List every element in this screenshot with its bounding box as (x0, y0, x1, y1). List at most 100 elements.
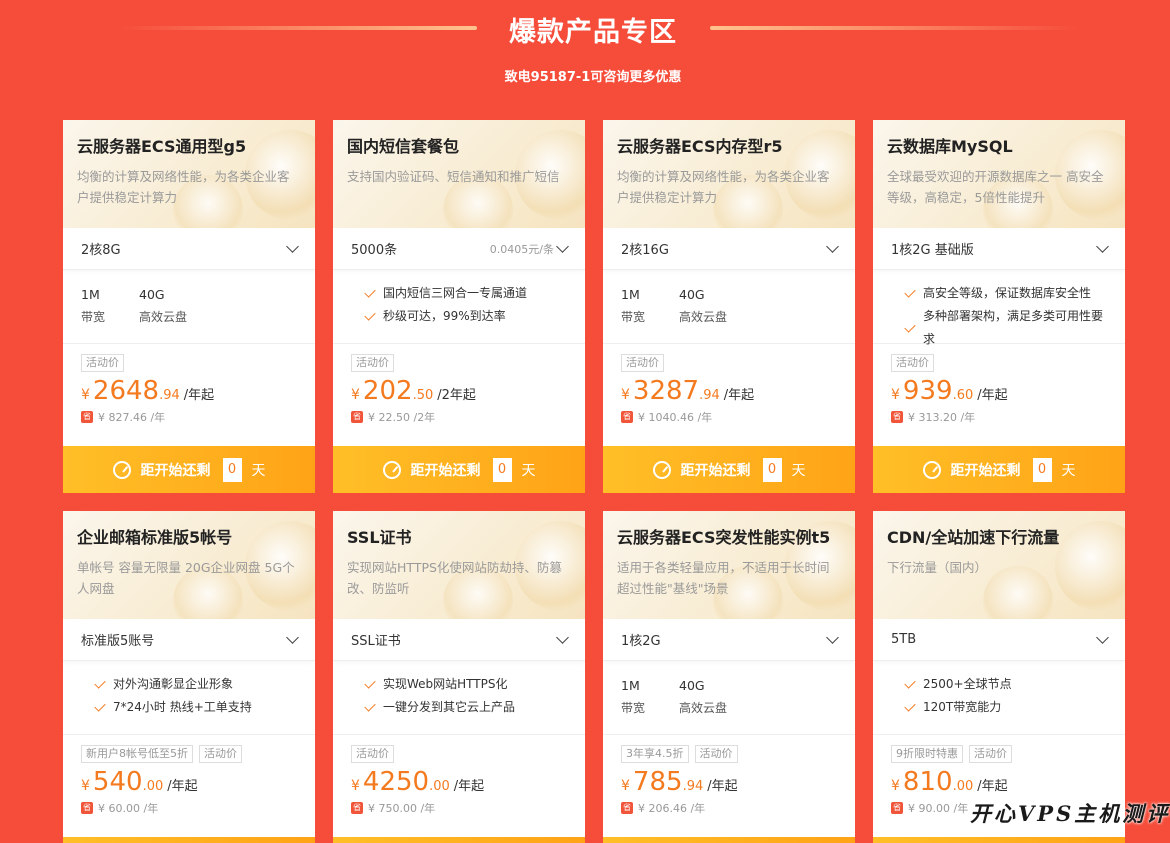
spec-label: 高效云盘 (139, 310, 188, 324)
product-card[interactable]: 国内短信套餐包 支持国内验证码、短信通知和推广短信 5000条 0.0405元/… (333, 120, 585, 493)
countdown-button[interactable]: 距开始还剩 0 天 (63, 837, 315, 843)
spec-select[interactable]: 5TB (873, 619, 1125, 661)
price-tag: 活动价 (81, 354, 124, 372)
savings-amount: ¥ 60.00 /年 (98, 802, 159, 815)
spec-select[interactable]: 2核8G (63, 228, 315, 270)
spec-area: 1M 带宽 40G 高效云盘 (63, 270, 315, 344)
price-tag: 3年享4.5折 (621, 745, 689, 763)
countdown-button[interactable]: 距开始还剩 0 天 (63, 446, 315, 493)
currency-symbol: ¥ (351, 387, 360, 403)
countdown-unit: 天 (1061, 462, 1076, 479)
product-title[interactable]: 云服务器ECS通用型g5 (77, 136, 301, 158)
product-card[interactable]: 云数据库MySQL 全球最受欢迎的开源数据库之一 高安全等级，高稳定，5倍性能提… (873, 120, 1125, 493)
product-title[interactable]: CDN/全站加速下行流量 (887, 527, 1111, 549)
price-tag: 活动价 (891, 354, 934, 372)
feature-item: 120T带宽能力 (891, 696, 1107, 719)
price-decimal: .60 (952, 388, 974, 403)
countdown-days: 0 (492, 457, 512, 482)
select-value: 标准版5账号 (81, 634, 155, 649)
spec-value: 40G (679, 287, 705, 302)
feature-item: 多种部署架构，满足多类可用性要求 (891, 305, 1107, 351)
product-description: 均衡的计算及网络性能，为各类企业客户提供稳定计算力 (617, 169, 830, 205)
feature-text: 实现Web网站HTTPS化 (383, 677, 508, 691)
tag-list: 活动价 (351, 354, 567, 372)
spec-select[interactable]: 标准版5账号 (63, 619, 315, 661)
clock-icon (652, 460, 671, 479)
feature-text: 高安全等级，保证数据库安全性 (923, 286, 1092, 300)
price: ¥ 202 .50 /2年起 (351, 376, 567, 406)
spec-select[interactable]: 1核2G (603, 619, 855, 661)
feature-text: 多种部署架构，满足多类可用性要求 (923, 309, 1104, 346)
price-area: 活动价 ¥ 2648 .94 /年起 省 ¥ 827.46 /年 (63, 344, 315, 446)
product-card[interactable]: 云服务器ECS突发性能实例t5 适用于各类轻量应用，不适用于长时间超过性能"基线… (603, 511, 855, 843)
product-title[interactable]: 企业邮箱标准版5帐号 (77, 527, 301, 549)
feature-list: 2500+全球节点 120T带宽能力 (873, 661, 1125, 735)
product-title[interactable]: 云服务器ECS突发性能实例t5 (617, 527, 841, 549)
price-decimal: .94 (159, 388, 180, 403)
price-tag: 活动价 (351, 745, 394, 763)
product-title[interactable]: 云服务器ECS内存型r5 (617, 136, 841, 158)
spec-item: 40G 高效云盘 (139, 284, 197, 328)
chevron-down-icon (286, 630, 299, 644)
product-title[interactable]: 国内短信套餐包 (347, 136, 571, 158)
price-tag: 活动价 (351, 354, 394, 372)
product-title[interactable]: 云数据库MySQL (887, 136, 1111, 158)
countdown-button[interactable]: 距开始还剩 0 天 (873, 837, 1125, 843)
price-period: /年起 (723, 388, 755, 403)
currency-symbol: ¥ (891, 387, 900, 403)
select-value: 2核8G (81, 243, 121, 258)
product-card[interactable]: SSL证书 实现网站HTTPS化使网站防劫持、防篡改、防监听 SSL证书 实现W… (333, 511, 585, 843)
countdown-days: 0 (762, 457, 782, 482)
spec-select[interactable]: 5000条 0.0405元/条 (333, 228, 585, 270)
spec-select[interactable]: 2核16G (603, 228, 855, 270)
check-icon (364, 700, 376, 712)
spec-select[interactable]: 1核2G 基础版 (873, 228, 1125, 270)
feature-item: 高安全等级，保证数据库安全性 (891, 282, 1107, 305)
feature-text: 120T带宽能力 (923, 700, 1002, 714)
unit-price: 0.0405元/条 (489, 242, 554, 256)
card-header: 云服务器ECS突发性能实例t5 适用于各类轻量应用，不适用于长时间超过性能"基线… (603, 511, 855, 619)
price-decimal: .94 (699, 388, 720, 403)
savings-icon: 省 (891, 802, 903, 814)
spec-value: 40G (139, 287, 165, 302)
countdown-button[interactable]: 距开始还剩 0 天 (873, 446, 1125, 493)
countdown-button[interactable]: 距开始还剩 0 天 (603, 837, 855, 843)
check-icon (364, 286, 376, 298)
select-value: 5000条 (351, 243, 398, 258)
countdown-unit: 天 (251, 462, 266, 479)
savings-icon: 省 (351, 802, 363, 814)
product-card[interactable]: 企业邮箱标准版5帐号 单帐号 容量无限量 20G企业网盘 5G个人网盘 标准版5… (63, 511, 315, 843)
section-header: 爆款产品专区 致电95187-1可咨询更多优惠 (0, 0, 1170, 110)
feature-text: 7*24小时 热线+工单支持 (113, 700, 252, 714)
chevron-down-icon (826, 630, 839, 644)
currency-symbol: ¥ (891, 778, 900, 794)
card-header: SSL证书 实现网站HTTPS化使网站防劫持、防篡改、防监听 (333, 511, 585, 619)
countdown-button[interactable]: 距开始还剩 0 天 (603, 446, 855, 493)
savings-icon: 省 (81, 411, 93, 423)
currency-symbol: ¥ (351, 778, 360, 794)
product-title[interactable]: SSL证书 (347, 527, 571, 549)
price-integer: 3287 (632, 376, 700, 406)
spec-select[interactable]: SSL证书 (333, 619, 585, 661)
tag-list: 活动价 (81, 354, 297, 372)
feature-item: 国内短信三网合一专属通道 (351, 282, 567, 305)
product-description: 下行流量（国内） (887, 560, 988, 575)
select-value: 2核16G (621, 243, 669, 258)
price-area: 活动价 ¥ 4250 .00 /年起 省 ¥ 750.00 /年 (333, 735, 585, 837)
page-subtitle: 致电95187-1可咨询更多优惠 (504, 70, 682, 85)
spec-label: 带宽 (81, 310, 106, 324)
product-card[interactable]: 云服务器ECS内存型r5 均衡的计算及网络性能，为各类企业客户提供稳定计算力 2… (603, 120, 855, 493)
feature-text: 对外沟通彰显企业形象 (113, 677, 234, 691)
countdown-button[interactable]: 距开始还剩 0 天 (333, 837, 585, 843)
spec-value: 1M (621, 678, 640, 693)
feature-text: 2500+全球节点 (923, 677, 1012, 691)
price-tag: 活动价 (621, 354, 664, 372)
card-header: 企业邮箱标准版5帐号 单帐号 容量无限量 20G企业网盘 5G个人网盘 (63, 511, 315, 619)
product-card[interactable]: 云服务器ECS通用型g5 均衡的计算及网络性能，为各类企业客户提供稳定计算力 2… (63, 120, 315, 493)
price-integer: 785 (632, 767, 683, 797)
feature-list: 国内短信三网合一专属通道 秒级可达，99%到达率 (333, 270, 585, 344)
countdown-button[interactable]: 距开始还剩 0 天 (333, 446, 585, 493)
price: ¥ 540 .00 /年起 (81, 767, 297, 797)
chevron-down-icon (286, 239, 299, 253)
product-card[interactable]: CDN/全站加速下行流量 下行流量（国内） 5TB 2500+全球节点 120T… (873, 511, 1125, 843)
